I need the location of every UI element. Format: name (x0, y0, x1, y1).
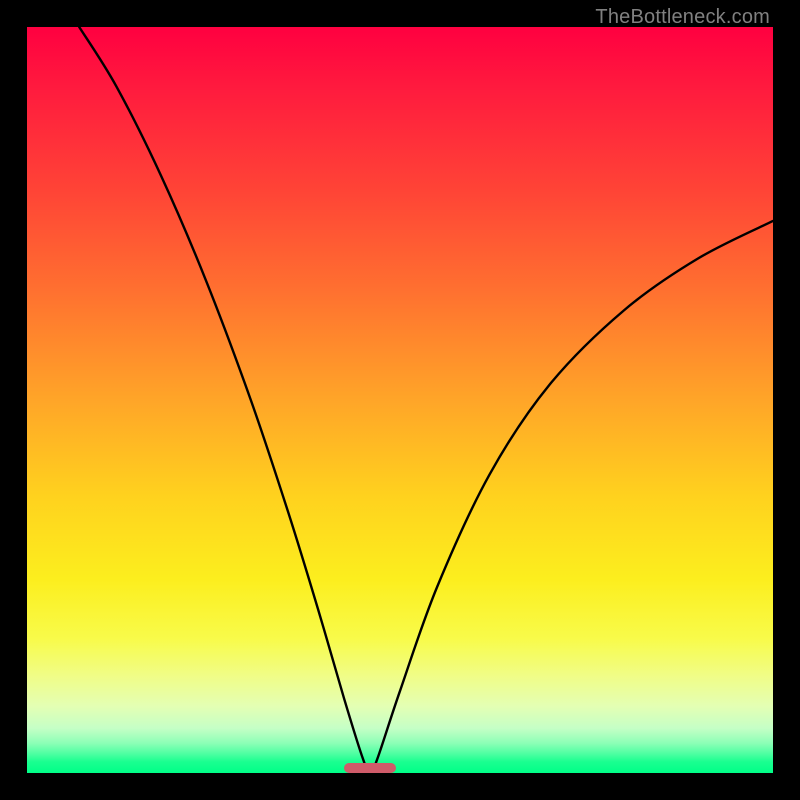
plot-area (27, 27, 773, 773)
bottleneck-curve (27, 27, 773, 773)
optimal-range-marker (344, 763, 396, 773)
chart-frame: TheBottleneck.com (0, 0, 800, 800)
watermark-text: TheBottleneck.com (595, 6, 770, 29)
